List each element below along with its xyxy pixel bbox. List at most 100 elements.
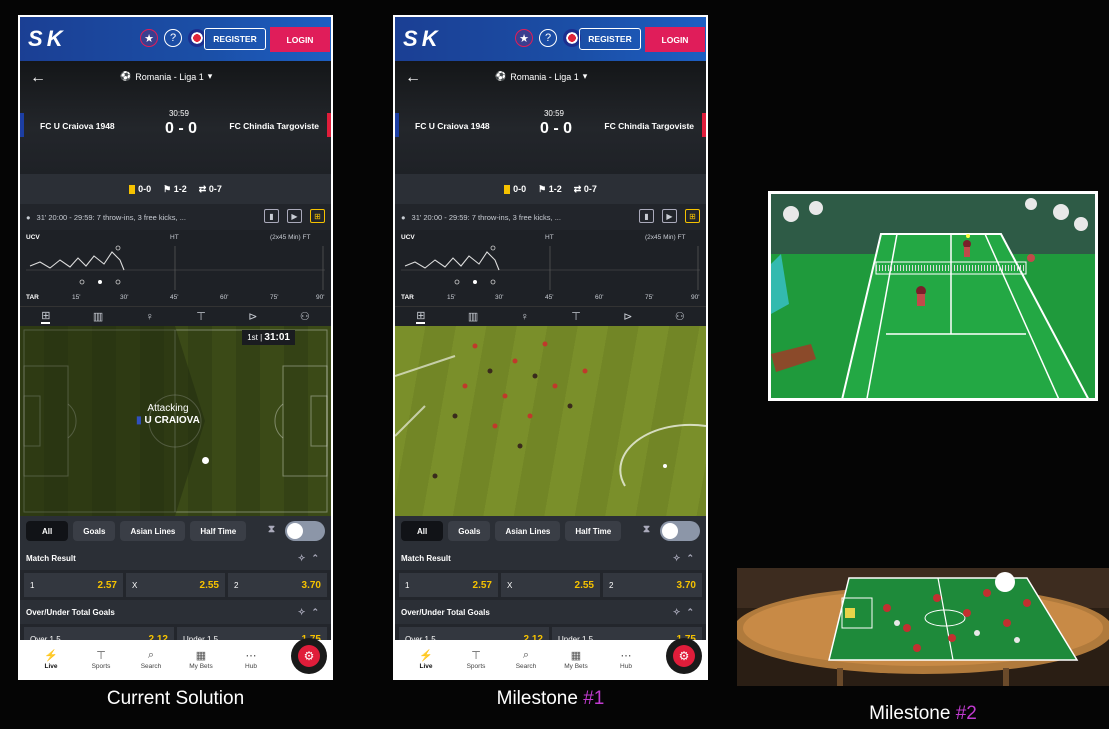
tab-tracker-icon[interactable]: ⊞: [41, 309, 51, 324]
ft-label: (2x45 Min) FT: [270, 234, 311, 241]
nav-live[interactable]: ⚡ Live: [401, 649, 451, 670]
nav-sports[interactable]: ⊤ Sports: [451, 649, 501, 670]
hourglass-icon[interactable]: ⧗: [643, 524, 650, 535]
tracker-icon[interactable]: ⊞: [310, 209, 325, 223]
home-color-bar: [20, 113, 24, 137]
gear-icon: ⚙: [298, 645, 320, 667]
3d-pitch-scene: [395, 341, 706, 487]
tick-label: 60': [595, 294, 604, 301]
bet-builder-toggle[interactable]: [285, 521, 325, 541]
stats-icon[interactable]: ▮: [264, 209, 279, 223]
filter-all[interactable]: All: [401, 521, 444, 541]
tick-label: 45': [170, 294, 179, 301]
betslip-button[interactable]: ⚙: [291, 638, 327, 674]
tab-commentary-icon[interactable]: ♀: [521, 311, 529, 323]
tick-label: 30': [495, 294, 504, 301]
tick-label: 30': [120, 294, 129, 301]
filter-half-time[interactable]: Half Time: [190, 521, 247, 541]
tracker-time: 1st | 31:01: [242, 330, 295, 345]
odd-home[interactable]: 1 2.57: [399, 573, 498, 597]
tennis-scene: [771, 194, 1095, 398]
tracker-icon[interactable]: ⊞: [685, 209, 700, 223]
info-icon: ●: [401, 212, 406, 222]
tab-timeline-icon[interactable]: ⊳: [623, 310, 632, 323]
nav-hub[interactable]: ⋯ Hub: [226, 649, 276, 670]
tick-label: 45': [545, 294, 554, 301]
odd-draw[interactable]: X 2.55: [501, 573, 600, 597]
odd-away[interactable]: 2 3.70: [603, 573, 702, 597]
tab-tracker-icon[interactable]: ⊞: [416, 309, 426, 324]
tab-commentary-icon[interactable]: ♀: [146, 311, 154, 323]
tab-lineups-icon[interactable]: ⊤: [196, 310, 206, 323]
back-arrow-icon[interactable]: ←: [405, 69, 421, 87]
caption-current-solution: Current Solution: [106, 688, 245, 709]
nav-sports[interactable]: ⊤ Sports: [76, 649, 126, 670]
brand-logo[interactable]: S K: [403, 26, 463, 52]
help-icon[interactable]: ?: [164, 29, 182, 47]
match-tracker: 1st | 31:01 Attacking ▮ U CRAIOVA: [20, 326, 331, 516]
odd-draw[interactable]: X 2.55: [126, 573, 225, 597]
match-tabs: ⊞ ▥ ♀ ⊤ ⊳ ⚇: [20, 306, 331, 326]
hourglass-icon[interactable]: ⧗: [268, 524, 275, 535]
nav-live[interactable]: ⚡ Live: [26, 649, 76, 670]
video-icon[interactable]: ▶: [662, 209, 677, 223]
nav-my-bets[interactable]: ▦ My Bets: [176, 649, 226, 670]
tab-lineups-icon[interactable]: ⊤: [571, 310, 581, 323]
pin-collapse-icons[interactable]: ✧⌃: [298, 553, 325, 564]
help-icon[interactable]: ?: [539, 29, 557, 47]
event-text: 31' 20:00 - 29:59: 7 throw-ins, 3 free k…: [411, 212, 561, 222]
bet-builder-toggle[interactable]: [660, 521, 700, 541]
tab-h2h-icon[interactable]: ⚇: [675, 310, 685, 323]
tabletop-scene: [737, 568, 1109, 686]
event-summary[interactable]: ● 31' 20:00 - 29:59: 7 throw-ins, 3 free…: [20, 204, 331, 230]
tick-label: 90': [316, 294, 325, 301]
momentum-timeline: UCV HT (2x45 Min) FT TAR 15' 30' 45' 60'…: [395, 230, 706, 306]
odd-home[interactable]: 1 2.57: [24, 573, 123, 597]
away-abbr: TAR: [401, 294, 414, 301]
corner-flag-icon: ⚑: [163, 183, 174, 194]
odd-away[interactable]: 2 3.70: [228, 573, 327, 597]
filter-all[interactable]: All: [26, 521, 69, 541]
filter-half-time[interactable]: Half Time: [565, 521, 622, 541]
3d-tennis-render: [768, 191, 1098, 401]
pin-collapse-icons[interactable]: ✧⌃: [673, 553, 700, 564]
yellow-card-icon: [504, 185, 511, 195]
back-arrow-icon[interactable]: ←: [30, 69, 46, 87]
nav-my-bets[interactable]: ▦ My Bets: [551, 649, 601, 670]
nav-search[interactable]: ⌕ Search: [126, 649, 176, 670]
filter-asian-lines[interactable]: Asian Lines: [120, 521, 186, 541]
filter-goals[interactable]: Goals: [448, 521, 491, 541]
promo-icon[interactable]: ★: [140, 29, 158, 47]
promo-icon[interactable]: ★: [515, 29, 533, 47]
match-stats: 0-0 ⚑ 1-2 ⇄ 0-7: [395, 174, 706, 204]
nav-hub[interactable]: ⋯ Hub: [601, 649, 651, 670]
pin-collapse-icons[interactable]: ✧⌃: [298, 607, 325, 618]
filter-asian-lines[interactable]: Asian Lines: [495, 521, 561, 541]
phone-current-solution: S K ★ ? REGISTER LOGIN ← ⚽ Romania - Lig…: [18, 15, 333, 680]
brand-logo[interactable]: S K: [28, 26, 88, 52]
league-selector[interactable]: ⚽ Romania - Liga 1 ▾: [495, 71, 587, 82]
video-icon[interactable]: ▶: [287, 209, 302, 223]
login-button[interactable]: LOGIN: [645, 27, 705, 52]
ht-label: HT: [545, 234, 554, 241]
filter-goals[interactable]: Goals: [73, 521, 116, 541]
event-summary[interactable]: ● 31' 20:00 - 29:59: 7 throw-ins, 3 free…: [395, 204, 706, 230]
home-abbr: UCV: [401, 234, 415, 241]
substitution-icon: ⇄: [198, 183, 209, 194]
match-score: 0 - 0: [164, 120, 197, 137]
betslip-button[interactable]: ⚙: [666, 638, 702, 674]
match-tabs: ⊞ ▥ ♀ ⊤ ⊳ ⚇: [395, 306, 706, 326]
nav-search[interactable]: ⌕ Search: [501, 649, 551, 670]
league-selector[interactable]: ⚽ Romania - Liga 1 ▾: [120, 71, 212, 82]
pin-collapse-icons[interactable]: ✧⌃: [673, 607, 700, 618]
3d-match-view: [395, 326, 706, 516]
tab-stats-icon[interactable]: ▥: [468, 310, 478, 323]
tab-timeline-icon[interactable]: ⊳: [248, 310, 257, 323]
tick-label: 15': [72, 294, 81, 301]
stats-icon[interactable]: ▮: [639, 209, 654, 223]
register-button[interactable]: REGISTER: [579, 28, 641, 50]
tab-stats-icon[interactable]: ▥: [93, 310, 103, 323]
tab-h2h-icon[interactable]: ⚇: [300, 310, 310, 323]
login-button[interactable]: LOGIN: [270, 27, 330, 52]
register-button[interactable]: REGISTER: [204, 28, 266, 50]
